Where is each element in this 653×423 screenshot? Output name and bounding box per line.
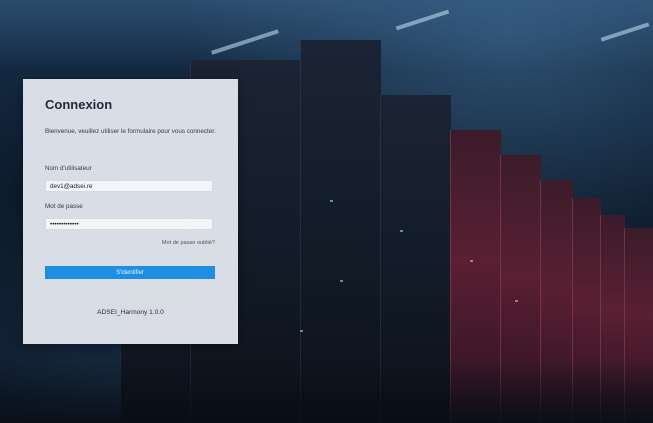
username-input[interactable] (45, 180, 213, 192)
username-label: Nom d'utilisateur (45, 165, 92, 172)
rack-led (300, 330, 303, 332)
password-input[interactable] (45, 218, 213, 230)
login-title: Connexion (45, 97, 113, 112)
welcome-text: Bienvenue, veuillez utiliser le formulai… (45, 128, 216, 135)
rack-led (470, 260, 473, 262)
rack-led (400, 230, 403, 232)
password-label: Mot de passe (45, 203, 83, 210)
version-text: ADSEI_Harmony 1.0.0 (97, 309, 164, 316)
rack-led (515, 300, 518, 302)
rack-led (330, 200, 333, 202)
floor (0, 360, 653, 423)
forgot-password-link[interactable]: Mot de passe oublié? (162, 240, 215, 246)
rack-led (340, 280, 343, 282)
login-button[interactable]: S'identifier (45, 266, 215, 279)
login-panel: Connexion Bienvenue, veuillez utiliser l… (23, 79, 238, 344)
